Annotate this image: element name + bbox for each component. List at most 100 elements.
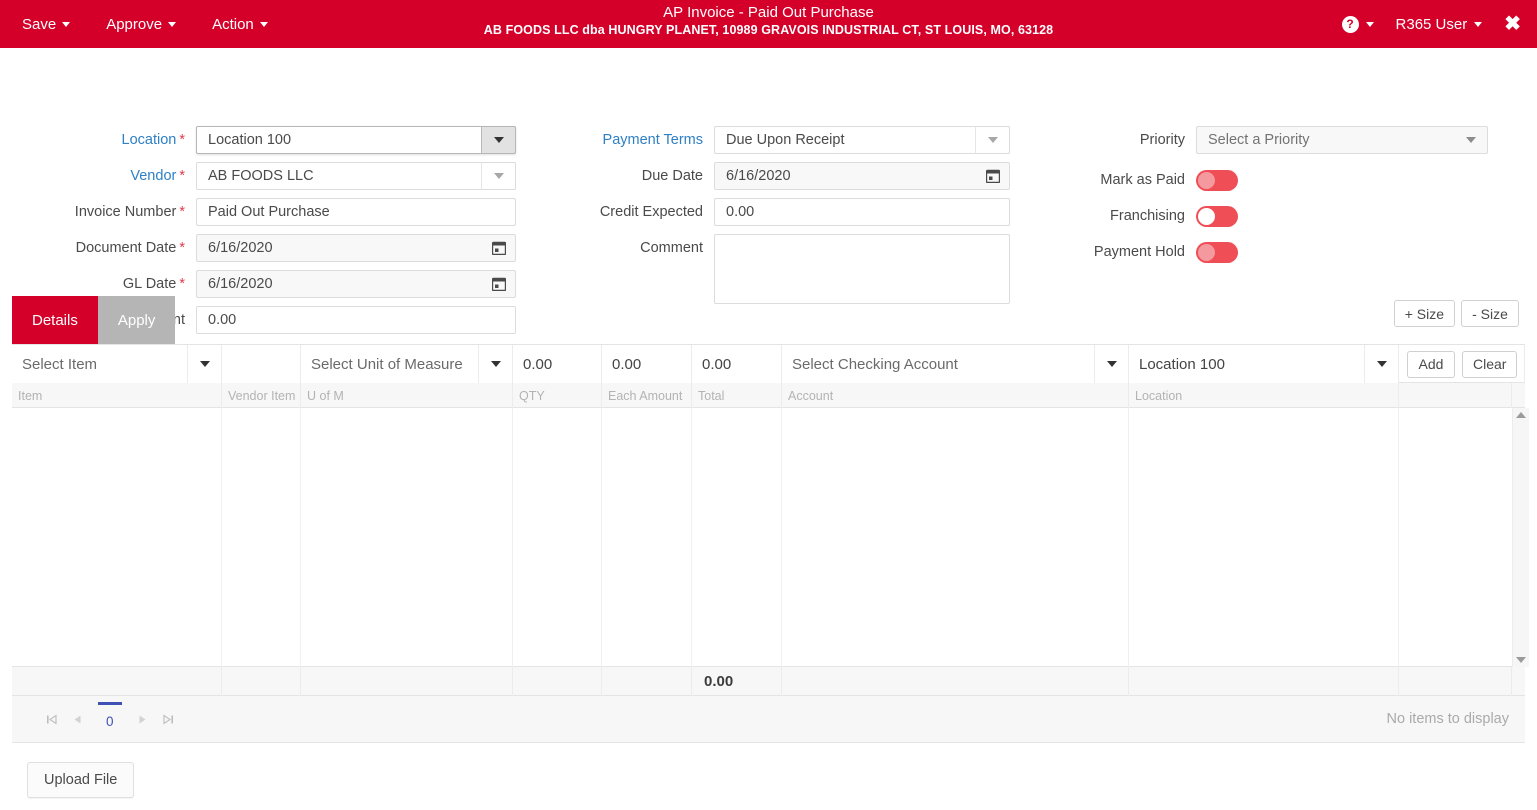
column-header-account[interactable]: Account <box>782 383 1129 408</box>
location-value[interactable]: Location 100 <box>196 126 516 154</box>
payment-terms-dropdown[interactable]: Due Upon Receipt <box>714 126 1010 154</box>
calendar-icon[interactable] <box>492 241 506 255</box>
header-right-tools: ? R365 User ✖ <box>1341 0 1521 48</box>
help-menu[interactable]: ? <box>1341 15 1374 33</box>
column-header-actions[interactable] <box>1399 383 1512 408</box>
due-date-field[interactable]: 6/16/2020 <box>714 162 1010 190</box>
total-cell-vendor-item <box>222 667 301 696</box>
field-comment: Comment <box>520 234 1030 306</box>
tab-apply[interactable]: Apply <box>97 296 176 344</box>
entry-location-value[interactable]: Location 100 <box>1129 345 1365 383</box>
scroll-down-icon[interactable] <box>1516 657 1526 663</box>
mark-as-paid-toggle[interactable] <box>1196 169 1238 191</box>
document-amount-field[interactable]: 0.00 <box>196 306 516 334</box>
entry-qty-cell[interactable]: 0.00 <box>513 345 602 383</box>
column-header-each-amount[interactable]: Each Amount <box>602 383 692 408</box>
document-amount-value[interactable]: 0.00 <box>196 306 516 334</box>
pager-last-button[interactable] <box>156 704 182 734</box>
total-cell-item <box>12 667 222 696</box>
upload-file-button[interactable]: Upload File <box>27 762 135 798</box>
entry-uom-cell[interactable]: Select Unit of Measure <box>301 345 479 383</box>
vendor-dropdown-button[interactable] <box>481 162 516 190</box>
priority-value[interactable]: Select a Priority <box>1196 126 1488 154</box>
credit-expected-field[interactable]: 0.00 <box>714 198 1010 226</box>
entry-item-dropdown-button[interactable] <box>188 345 222 383</box>
due-date-value[interactable]: 6/16/2020 <box>714 162 1010 190</box>
pager-next-button[interactable] <box>130 704 156 734</box>
chevron-down-icon <box>1106 361 1117 367</box>
entry-uom-dropdown-button[interactable] <box>479 345 513 383</box>
add-line-button[interactable]: Add <box>1407 350 1455 378</box>
entry-location-cell[interactable]: Location 100 <box>1129 345 1365 383</box>
invoice-number-value[interactable]: Paid Out Purchase <box>196 198 516 226</box>
entry-account-cell[interactable]: Select Checking Account <box>782 345 1095 383</box>
chevron-down-icon <box>62 21 71 27</box>
entry-vendor-item-cell[interactable] <box>222 345 301 383</box>
gl-date-field[interactable]: 6/16/2020 <box>196 270 516 298</box>
column-header-item[interactable]: Item <box>12 383 222 408</box>
pager-current-page[interactable]: 0 <box>98 701 122 729</box>
location-dropdown-button[interactable] <box>481 126 516 154</box>
payment-terms-value[interactable]: Due Upon Receipt <box>714 126 1010 154</box>
entry-item-value[interactable]: Select Item <box>12 345 188 383</box>
entry-account-dropdown-button[interactable] <box>1095 345 1129 383</box>
column-header-qty[interactable]: QTY <box>513 383 602 408</box>
calendar-icon[interactable] <box>492 277 506 291</box>
calendar-icon[interactable] <box>986 169 1000 183</box>
document-date-field[interactable]: 6/16/2020 <box>196 234 516 262</box>
menu-action[interactable]: Action <box>212 17 268 32</box>
column-header-vendor-item[interactable]: Vendor Item <box>222 383 301 408</box>
payment-hold-toggle[interactable] <box>1196 241 1238 263</box>
menu-save[interactable]: Save <box>22 17 71 32</box>
entry-action-buttons: Add Clear <box>1399 345 1525 383</box>
user-menu[interactable]: R365 User <box>1396 16 1483 33</box>
column-header-total[interactable]: Total <box>692 383 782 408</box>
entry-each-amount-value[interactable]: 0.00 <box>602 345 692 383</box>
grid-entry-row: Select Item Select Unit of Measure 0.00 … <box>12 345 1525 383</box>
increase-size-button[interactable]: + Size <box>1393 300 1455 327</box>
field-mark-as-paid: Mark as Paid <box>1000 166 1520 194</box>
entry-location-dropdown-button[interactable] <box>1365 345 1399 383</box>
decrease-size-button[interactable]: - Size <box>1461 300 1519 327</box>
priority-dropdown[interactable]: Select a Priority <box>1196 126 1488 154</box>
close-icon[interactable]: ✖ <box>1504 14 1521 34</box>
field-document-date-label-text: Document Date <box>75 240 177 256</box>
franchising-toggle[interactable] <box>1196 205 1238 227</box>
entry-total-value[interactable]: 0.00 <box>692 345 782 383</box>
grid-body-col-total <box>692 408 782 667</box>
field-vendor: Vendor * AB FOODS LLC <box>0 162 526 190</box>
entry-total-cell[interactable]: 0.00 <box>692 345 782 383</box>
entry-qty-value[interactable]: 0.00 <box>513 345 602 383</box>
vendor-dropdown[interactable]: AB FOODS LLC <box>196 162 516 190</box>
tab-details[interactable]: Details <box>12 296 98 344</box>
entry-uom-value[interactable]: Select Unit of Measure <box>301 345 479 383</box>
pager-prev-button[interactable] <box>64 704 90 734</box>
chevron-down-icon <box>199 361 210 367</box>
grid-vertical-scrollbar[interactable] <box>1512 408 1529 667</box>
entry-each-amount-cell[interactable]: 0.00 <box>602 345 692 383</box>
comment-textarea[interactable] <box>714 234 1010 304</box>
pager-first-button[interactable] <box>38 704 64 734</box>
column-header-u-of-m[interactable]: U of M <box>301 383 513 408</box>
entry-vendor-item-value[interactable] <box>222 345 301 383</box>
grid-totals-row: 0.00 <box>12 667 1525 696</box>
vendor-value[interactable]: AB FOODS LLC <box>196 162 516 190</box>
entry-account-value[interactable]: Select Checking Account <box>782 345 1095 383</box>
clear-line-button[interactable]: Clear <box>1462 350 1518 378</box>
gl-date-value[interactable]: 6/16/2020 <box>196 270 516 298</box>
question-circle-icon: ? <box>1341 15 1359 33</box>
total-cell-each-amount <box>602 667 692 696</box>
document-date-value[interactable]: 6/16/2020 <box>196 234 516 262</box>
credit-expected-value[interactable]: 0.00 <box>714 198 1010 226</box>
entry-item-cell[interactable]: Select Item <box>12 345 188 383</box>
field-comment-label: Comment <box>640 240 703 256</box>
menu-approve[interactable]: Approve <box>106 17 177 32</box>
location-dropdown[interactable]: Location 100 <box>196 126 516 154</box>
required-asterisk: * <box>179 276 185 292</box>
grid-body-col-each-amount <box>602 408 692 667</box>
invoice-number-field[interactable]: Paid Out Purchase <box>196 198 516 226</box>
column-header-location[interactable]: Location <box>1129 383 1399 408</box>
field-invoice-number-label: Invoice Number * <box>0 204 196 220</box>
line-items-grid: Select Item Select Unit of Measure 0.00 … <box>12 344 1529 743</box>
scroll-up-icon[interactable] <box>1516 412 1526 418</box>
